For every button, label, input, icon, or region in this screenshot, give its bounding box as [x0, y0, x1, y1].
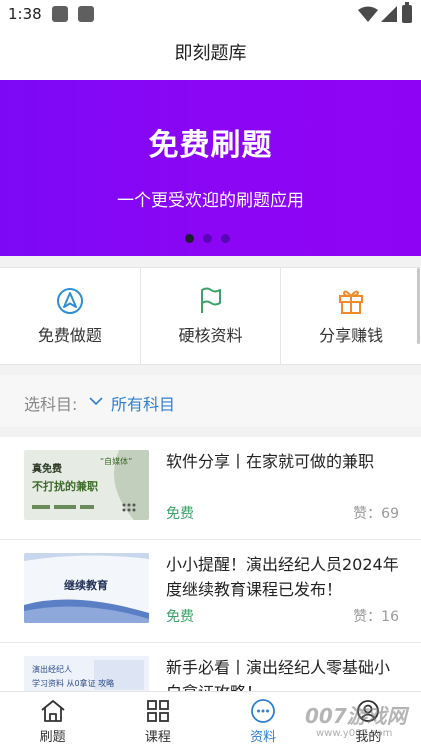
- feature-label: 分享赚钱: [319, 326, 384, 345]
- tab-label: 课程: [144, 730, 171, 745]
- tab-courses[interactable]: 课程: [105, 692, 210, 750]
- free-tag: 免费: [166, 506, 194, 522]
- banner-title: 免费刷题: [148, 128, 273, 163]
- thumb-text: 继续教育: [64, 578, 108, 592]
- home-icon: [41, 700, 65, 722]
- cell-signal-icon: [381, 6, 397, 22]
- feature-free-practice[interactable]: 免费做题: [0, 268, 141, 364]
- carousel-dot[interactable]: [203, 234, 212, 243]
- free-tag: 免费: [166, 609, 194, 625]
- carousel-dot[interactable]: [221, 234, 230, 243]
- article-thumbnail: 继续教育: [24, 553, 149, 623]
- notification-icon: [78, 6, 94, 22]
- chevron-down-icon[interactable]: [89, 397, 103, 406]
- scrollbar: [417, 268, 420, 344]
- thumb-text: “自媒体”: [100, 456, 132, 466]
- article-title: 软件分享丨在家就可做的兼职: [166, 452, 375, 471]
- list-item[interactable]: 继续教育 小小提醒！演出经纪人员2024年度继续教育课程已发布！ 免费 赞：16: [0, 540, 421, 643]
- promo-banner[interactable]: 免费刷题 一个更受欢迎的刷题应用: [0, 80, 421, 256]
- feature-share-earn[interactable]: 分享赚钱: [281, 268, 421, 364]
- tab-materials[interactable]: 资料: [211, 692, 316, 750]
- watermark-logo: 007游戏网: [305, 704, 407, 728]
- notification-icon: [52, 6, 68, 22]
- list-item[interactable]: 真免费 不打扰的兼职 “自媒体” 软件分享丨在家就可做的兼职 免费 赞：69: [0, 437, 421, 540]
- tab-label: 资料: [250, 730, 277, 745]
- status-time: 1:38: [8, 5, 42, 23]
- article-title: 小小提醒！演出经纪人员2024年度继续教育课程已发布！: [166, 555, 399, 599]
- feature-label: 硬核资料: [178, 326, 243, 345]
- carousel-dot-active[interactable]: [185, 234, 194, 243]
- wifi-icon: [358, 6, 378, 22]
- like-count: 赞：69: [353, 506, 399, 522]
- gift-icon: [339, 290, 364, 314]
- subject-select[interactable]: 所有科目: [111, 391, 175, 415]
- grid-icon: [146, 700, 169, 722]
- battery-icon: [402, 2, 412, 23]
- carousel-indicator: [185, 234, 230, 243]
- feature-row: 免费做题 硬核资料 分享赚钱: [0, 267, 421, 365]
- thumb-text: 不打扰的兼职: [32, 479, 98, 493]
- feature-hardcore-materials[interactable]: 硬核资料: [141, 268, 282, 364]
- chat-bubble-icon: [251, 699, 276, 723]
- navigation-arrow-icon: [56, 288, 83, 314]
- like-count: 赞：16: [353, 609, 399, 625]
- feature-label: 免费做题: [37, 326, 102, 345]
- subject-filter: 选科目: 所有科目: [0, 375, 421, 427]
- watermark-url: www.y007.com: [316, 728, 393, 739]
- thumb-text: 真免费: [32, 462, 62, 475]
- thumb-text: 学习资料 从0拿证 攻略: [32, 678, 114, 688]
- status-bar: 1:38: [0, 0, 421, 30]
- thumb-text: 演出经纪人: [32, 664, 72, 674]
- banner-subtitle: 一个更受欢迎的刷题应用: [117, 191, 304, 211]
- filter-label: 选科目:: [24, 395, 78, 414]
- article-thumbnail: 真免费 不打扰的兼职 “自媒体”: [24, 450, 149, 520]
- page-title: 即刻题库: [174, 43, 247, 64]
- tab-label: 刷题: [39, 730, 66, 745]
- app-header: 即刻题库: [0, 30, 421, 80]
- tab-practice[interactable]: 刷题: [0, 692, 105, 750]
- flag-icon: [200, 287, 221, 313]
